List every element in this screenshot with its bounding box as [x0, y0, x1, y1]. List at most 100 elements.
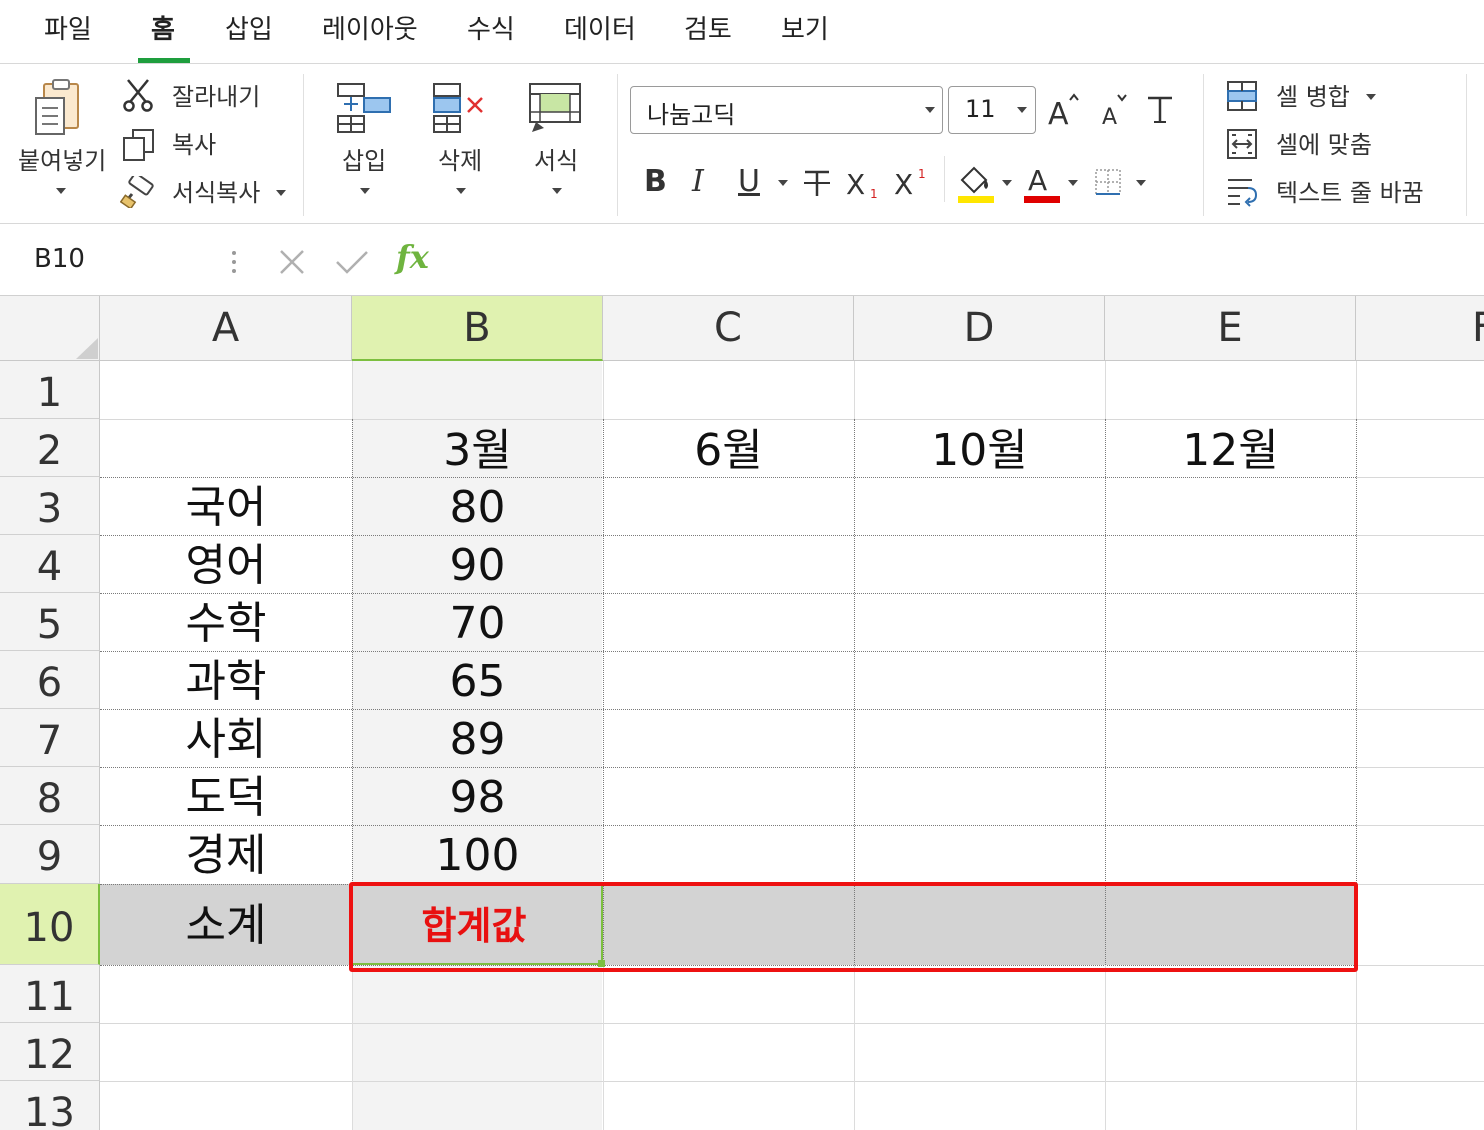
decrease-font-icon[interactable]: A — [1098, 92, 1134, 128]
paste-dropdown-caret[interactable] — [56, 188, 66, 194]
cell-b2[interactable]: 3월 — [352, 419, 603, 477]
cell-b4[interactable]: 90 — [352, 535, 603, 593]
cell-b3[interactable]: 80 — [352, 477, 603, 535]
insert-cells-caret[interactable] — [360, 188, 370, 194]
font-size-select[interactable]: 11 — [948, 86, 1036, 134]
cell-a5[interactable]: 수학 — [100, 593, 352, 651]
merge-cells-button[interactable]: 셀 병합 — [1276, 82, 1350, 112]
clear-format-icon[interactable] — [1144, 94, 1176, 126]
borders-icon[interactable] — [1094, 168, 1124, 198]
column-header-d[interactable]: D — [854, 296, 1105, 361]
row-header-13[interactable]: 13 — [0, 1081, 100, 1130]
format-painter-caret[interactable] — [276, 190, 286, 196]
underline-caret[interactable] — [778, 180, 788, 186]
cell-a9[interactable]: 경제 — [100, 825, 352, 884]
row-header-5[interactable]: 5 — [0, 593, 100, 651]
highlight-box — [349, 882, 1358, 972]
cell-c2[interactable]: 6월 — [603, 419, 854, 477]
menu-file[interactable]: 파일 — [44, 12, 92, 48]
wrap-text-button[interactable]: 텍스트 줄 바꿈 — [1276, 178, 1424, 208]
font-name-select[interactable]: 나눔고딕 — [630, 86, 943, 134]
delete-cells-icon[interactable] — [432, 82, 488, 134]
cell-b8[interactable]: 98 — [352, 767, 603, 825]
row-header-2[interactable]: 2 — [0, 419, 100, 477]
insert-cells-icon[interactable] — [336, 82, 392, 134]
paste-icon[interactable] — [34, 78, 86, 138]
cell-a7[interactable]: 사회 — [100, 709, 352, 767]
column-header-e[interactable]: E — [1105, 296, 1356, 361]
cell-a10[interactable]: 소계 — [100, 884, 352, 965]
cell-a3[interactable]: 국어 — [100, 477, 352, 535]
borders-caret[interactable] — [1136, 180, 1146, 186]
cell-b6[interactable]: 65 — [352, 651, 603, 709]
merge-cells-icon[interactable] — [1226, 80, 1258, 112]
cancel-icon[interactable] — [278, 248, 306, 276]
column-header-f[interactable]: F — [1356, 296, 1484, 361]
fill-color-icon[interactable] — [956, 162, 996, 204]
paste-button[interactable]: 붙여넣기 — [18, 146, 106, 176]
insert-cells-button[interactable]: 삽입 — [342, 146, 386, 176]
cell-a6[interactable]: 과학 — [100, 651, 352, 709]
strikethrough-icon[interactable] — [802, 168, 832, 198]
fit-to-cell-icon[interactable] — [1226, 128, 1258, 160]
format-painter-icon[interactable] — [120, 176, 156, 208]
increase-font-icon[interactable]: A — [1046, 92, 1082, 128]
row-header-10[interactable]: 10 — [0, 884, 100, 965]
copy-icon[interactable] — [122, 128, 156, 162]
merge-cells-caret[interactable] — [1366, 94, 1376, 100]
row-header-9[interactable]: 9 — [0, 825, 100, 884]
ribbon: 붙여넣기 잘라내기 복사 서식복사 삽입 삭제 서식 나눔고딕 11 A A B… — [0, 64, 1484, 224]
delete-cells-button[interactable]: 삭제 — [438, 146, 482, 176]
row-header-7[interactable]: 7 — [0, 709, 100, 767]
format-cells-button[interactable]: 서식 — [534, 146, 578, 176]
column-header-c[interactable]: C — [603, 296, 854, 361]
cell-a8[interactable]: 도덕 — [100, 767, 352, 825]
more-options-icon[interactable] — [230, 250, 238, 274]
select-all-corner[interactable] — [0, 296, 100, 361]
menu-insert[interactable]: 삽입 — [225, 12, 273, 48]
scissors-icon[interactable] — [122, 78, 154, 112]
cell-b9[interactable]: 100 — [352, 825, 603, 884]
bold-button[interactable]: B — [644, 164, 667, 200]
cell-b7[interactable]: 89 — [352, 709, 603, 767]
name-box[interactable]: B10 — [34, 244, 85, 274]
cut-button[interactable]: 잘라내기 — [172, 82, 260, 112]
menu-formulas[interactable]: 수식 — [467, 12, 515, 48]
wrap-text-icon[interactable] — [1226, 176, 1260, 210]
subscript-icon[interactable]: X 1 — [846, 168, 880, 200]
cell-a4[interactable]: 영어 — [100, 535, 352, 593]
function-icon[interactable]: fx — [396, 238, 429, 276]
row-header-8[interactable]: 8 — [0, 767, 100, 825]
confirm-check-icon[interactable] — [334, 248, 370, 276]
underline-button[interactable]: U — [738, 164, 760, 200]
delete-cells-caret[interactable] — [456, 188, 466, 194]
format-cells-icon[interactable] — [528, 82, 584, 134]
column-header-b[interactable]: B — [352, 296, 603, 361]
menu-view[interactable]: 보기 — [781, 12, 829, 48]
row-header-1[interactable]: 1 — [0, 361, 100, 419]
row-header-11[interactable]: 11 — [0, 965, 100, 1023]
row-header-3[interactable]: 3 — [0, 477, 100, 535]
menu-layout[interactable]: 레이아웃 — [322, 12, 418, 48]
column-header-a[interactable]: A — [100, 296, 352, 361]
format-cells-caret[interactable] — [552, 188, 562, 194]
fill-color-caret[interactable] — [1002, 180, 1012, 186]
font-color-caret[interactable] — [1068, 180, 1078, 186]
gridline — [854, 361, 855, 419]
cell-b5[interactable]: 70 — [352, 593, 603, 651]
format-painter-button[interactable]: 서식복사 — [172, 178, 260, 208]
cell-d2[interactable]: 10월 — [854, 419, 1105, 477]
superscript-icon[interactable]: X 1 — [894, 166, 928, 198]
row-header-6[interactable]: 6 — [0, 651, 100, 709]
cell-e2[interactable]: 12월 — [1105, 419, 1356, 477]
font-color-icon[interactable]: A — [1024, 162, 1062, 204]
italic-button[interactable]: I — [692, 164, 704, 200]
ribbon-divider — [944, 156, 945, 202]
fit-to-cell-button[interactable]: 셀에 맞춤 — [1276, 130, 1372, 160]
row-header-12[interactable]: 12 — [0, 1023, 100, 1081]
copy-button[interactable]: 복사 — [172, 130, 216, 160]
menu-home[interactable]: 홈 — [151, 12, 175, 48]
menu-data[interactable]: 데이터 — [564, 12, 636, 48]
menu-review[interactable]: 검토 — [684, 12, 732, 48]
row-header-4[interactable]: 4 — [0, 535, 100, 593]
